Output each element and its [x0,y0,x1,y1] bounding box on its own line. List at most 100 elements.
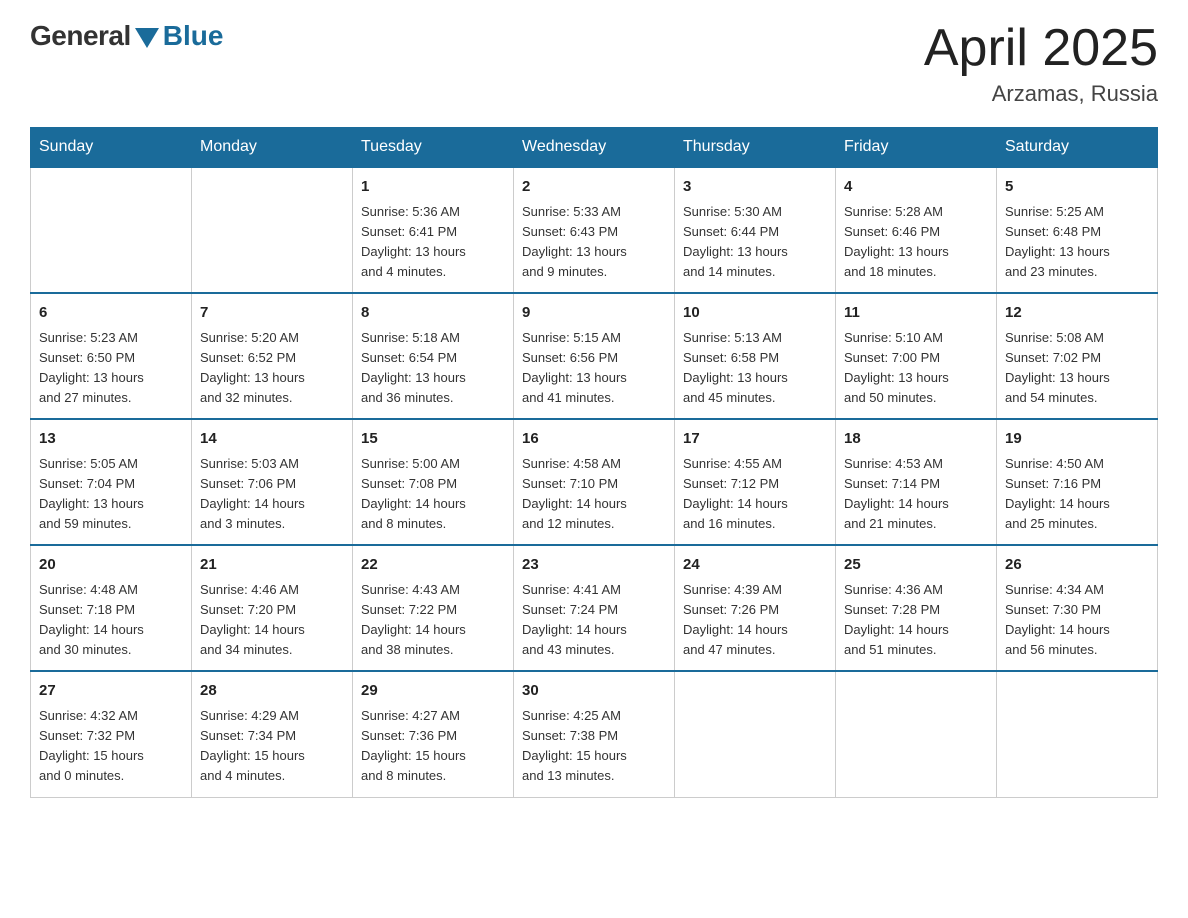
day-number: 15 [361,428,505,451]
calendar-cell: 22 Sunrise: 4:43 AMSunset: 7:22 PMDayligh… [353,545,514,671]
day-number: 9 [522,302,666,325]
day-info: Sunrise: 5:05 AMSunset: 7:04 PMDaylight:… [39,454,183,535]
day-info: Sunrise: 5:03 AMSunset: 7:06 PMDaylight:… [200,454,344,535]
day-number: 21 [200,554,344,577]
calendar-cell: 13 Sunrise: 5:05 AMSunset: 7:04 PMDayligh… [31,419,192,545]
day-number: 29 [361,680,505,703]
day-header-friday: Friday [836,128,997,168]
day-number: 16 [522,428,666,451]
day-header-monday: Monday [192,128,353,168]
title-section: April 2025 Arzamas, Russia [924,20,1158,107]
day-number: 26 [1005,554,1149,577]
day-number: 10 [683,302,827,325]
day-number: 17 [683,428,827,451]
calendar-cell: 21 Sunrise: 4:46 AMSunset: 7:20 PMDayligh… [192,545,353,671]
day-info: Sunrise: 5:08 AMSunset: 7:02 PMDaylight:… [1005,328,1149,409]
day-header-wednesday: Wednesday [514,128,675,168]
calendar-cell: 9 Sunrise: 5:15 AMSunset: 6:56 PMDaylight… [514,293,675,419]
calendar-cell: 5 Sunrise: 5:25 AMSunset: 6:48 PMDaylight… [997,167,1158,293]
day-number: 6 [39,302,183,325]
calendar-table: SundayMondayTuesdayWednesdayThursdayFrid… [30,127,1158,797]
day-info: Sunrise: 4:27 AMSunset: 7:36 PMDaylight:… [361,706,505,787]
calendar-cell: 12 Sunrise: 5:08 AMSunset: 7:02 PMDayligh… [997,293,1158,419]
calendar-week-4: 20 Sunrise: 4:48 AMSunset: 7:18 PMDayligh… [31,545,1158,671]
calendar-cell: 24 Sunrise: 4:39 AMSunset: 7:26 PMDayligh… [675,545,836,671]
day-number: 11 [844,302,988,325]
day-info: Sunrise: 5:33 AMSunset: 6:43 PMDaylight:… [522,202,666,283]
logo-general-text: General [30,20,131,52]
calendar-cell: 29 Sunrise: 4:27 AMSunset: 7:36 PMDayligh… [353,671,514,797]
calendar-header-row: SundayMondayTuesdayWednesdayThursdayFrid… [31,128,1158,168]
day-number: 30 [522,680,666,703]
calendar-week-3: 13 Sunrise: 5:05 AMSunset: 7:04 PMDayligh… [31,419,1158,545]
day-number: 22 [361,554,505,577]
calendar-week-5: 27 Sunrise: 4:32 AMSunset: 7:32 PMDayligh… [31,671,1158,797]
day-info: Sunrise: 4:32 AMSunset: 7:32 PMDaylight:… [39,706,183,787]
day-info: Sunrise: 5:15 AMSunset: 6:56 PMDaylight:… [522,328,666,409]
calendar-week-1: 1 Sunrise: 5:36 AMSunset: 6:41 PMDaylight… [31,167,1158,293]
day-info: Sunrise: 5:28 AMSunset: 6:46 PMDaylight:… [844,202,988,283]
calendar-location: Arzamas, Russia [924,81,1158,107]
calendar-cell [192,167,353,293]
day-info: Sunrise: 4:36 AMSunset: 7:28 PMDaylight:… [844,580,988,661]
day-info: Sunrise: 4:25 AMSunset: 7:38 PMDaylight:… [522,706,666,787]
day-number: 28 [200,680,344,703]
day-number: 24 [683,554,827,577]
day-number: 2 [522,176,666,199]
calendar-cell: 27 Sunrise: 4:32 AMSunset: 7:32 PMDayligh… [31,671,192,797]
calendar-cell: 19Sunrise: 4:50 AMSunset: 7:16 PMDayligh… [997,419,1158,545]
day-number: 1 [361,176,505,199]
day-number: 27 [39,680,183,703]
day-info: Sunrise: 5:20 AMSunset: 6:52 PMDaylight:… [200,328,344,409]
calendar-cell: 23 Sunrise: 4:41 AMSunset: 7:24 PMDayligh… [514,545,675,671]
day-info: Sunrise: 4:46 AMSunset: 7:20 PMDaylight:… [200,580,344,661]
calendar-cell: 18Sunrise: 4:53 AMSunset: 7:14 PMDayligh… [836,419,997,545]
page-header: General Blue April 2025 Arzamas, Russia [30,20,1158,107]
day-header-thursday: Thursday [675,128,836,168]
calendar-cell: 7 Sunrise: 5:20 AMSunset: 6:52 PMDaylight… [192,293,353,419]
day-info: Sunrise: 4:29 AMSunset: 7:34 PMDaylight:… [200,706,344,787]
calendar-cell: 15 Sunrise: 5:00 AMSunset: 7:08 PMDayligh… [353,419,514,545]
day-info: Sunrise: 4:39 AMSunset: 7:26 PMDaylight:… [683,580,827,661]
calendar-cell: 26Sunrise: 4:34 AMSunset: 7:30 PMDayligh… [997,545,1158,671]
calendar-week-2: 6Sunrise: 5:23 AMSunset: 6:50 PMDaylight… [31,293,1158,419]
day-info: Sunrise: 5:00 AMSunset: 7:08 PMDaylight:… [361,454,505,535]
day-info: Sunrise: 5:18 AMSunset: 6:54 PMDaylight:… [361,328,505,409]
day-info: Sunrise: 5:25 AMSunset: 6:48 PMDaylight:… [1005,202,1149,283]
day-info: Sunrise: 5:30 AMSunset: 6:44 PMDaylight:… [683,202,827,283]
calendar-cell: 1 Sunrise: 5:36 AMSunset: 6:41 PMDaylight… [353,167,514,293]
day-number: 8 [361,302,505,325]
day-header-tuesday: Tuesday [353,128,514,168]
day-header-sunday: Sunday [31,128,192,168]
day-info: Sunrise: 5:36 AMSunset: 6:41 PMDaylight:… [361,202,505,283]
day-info: Sunrise: 4:53 AMSunset: 7:14 PMDaylight:… [844,454,988,535]
day-info: Sunrise: 5:10 AMSunset: 7:00 PMDaylight:… [844,328,988,409]
day-number: 12 [1005,302,1149,325]
day-number: 23 [522,554,666,577]
day-number: 14 [200,428,344,451]
calendar-cell: 11 Sunrise: 5:10 AMSunset: 7:00 PMDayligh… [836,293,997,419]
logo-blue-text: Blue [163,20,224,52]
day-number: 19 [1005,428,1149,451]
calendar-cell: 28 Sunrise: 4:29 AMSunset: 7:34 PMDayligh… [192,671,353,797]
calendar-cell [997,671,1158,797]
calendar-cell: 4Sunrise: 5:28 AMSunset: 6:46 PMDaylight… [836,167,997,293]
day-info: Sunrise: 4:43 AMSunset: 7:22 PMDaylight:… [361,580,505,661]
day-info: Sunrise: 5:13 AMSunset: 6:58 PMDaylight:… [683,328,827,409]
calendar-cell: 20 Sunrise: 4:48 AMSunset: 7:18 PMDayligh… [31,545,192,671]
calendar-cell: 30 Sunrise: 4:25 AMSunset: 7:38 PMDayligh… [514,671,675,797]
calendar-cell [836,671,997,797]
calendar-cell: 25Sunrise: 4:36 AMSunset: 7:28 PMDayligh… [836,545,997,671]
calendar-cell: 17 Sunrise: 4:55 AMSunset: 7:12 PMDayligh… [675,419,836,545]
day-number: 5 [1005,176,1149,199]
calendar-cell: 14 Sunrise: 5:03 AMSunset: 7:06 PMDayligh… [192,419,353,545]
day-number: 13 [39,428,183,451]
day-number: 7 [200,302,344,325]
day-info: Sunrise: 4:55 AMSunset: 7:12 PMDaylight:… [683,454,827,535]
day-number: 20 [39,554,183,577]
calendar-cell: 16Sunrise: 4:58 AMSunset: 7:10 PMDayligh… [514,419,675,545]
day-info: Sunrise: 4:48 AMSunset: 7:18 PMDaylight:… [39,580,183,661]
calendar-cell: 10 Sunrise: 5:13 AMSunset: 6:58 PMDayligh… [675,293,836,419]
day-info: Sunrise: 4:41 AMSunset: 7:24 PMDaylight:… [522,580,666,661]
calendar-title: April 2025 [924,20,1158,77]
